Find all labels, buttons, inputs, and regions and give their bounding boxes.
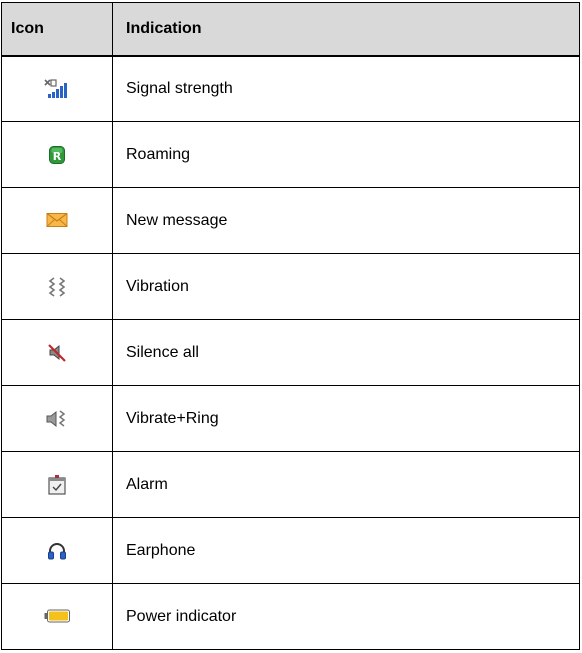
table-header: Icon Indication (1, 2, 580, 57)
indication-label: Earphone (112, 517, 580, 584)
indication-label: Alarm (112, 451, 580, 518)
header-icon: Icon (1, 2, 113, 57)
table-row: New message (1, 187, 580, 254)
indication-label: Vibrate+Ring (112, 385, 580, 452)
indication-label: Silence all (112, 319, 580, 386)
table-row: Alarm (1, 451, 580, 518)
header-indication: Indication (112, 2, 580, 57)
table-row: Vibrate+Ring (1, 385, 580, 452)
icon-cell (1, 517, 113, 584)
power-indicator-icon (44, 609, 70, 623)
svg-text:R: R (53, 150, 62, 163)
new-message-icon (46, 212, 68, 228)
vibration-icon (47, 276, 67, 297)
icon-indication-table: Icon Indication Signal strength R Roamin… (1, 2, 580, 650)
indication-label: Signal strength (112, 55, 580, 122)
table-row: Vibration (1, 253, 580, 320)
icon-cell (1, 319, 113, 386)
table-row: Earphone (1, 517, 580, 584)
earphone-icon (47, 541, 67, 561)
indication-label: Roaming (112, 121, 580, 188)
header-row: Icon Indication (1, 2, 580, 57)
icon-cell: R (1, 121, 113, 188)
icon-cell (1, 55, 113, 122)
indication-label: Power indicator (112, 583, 580, 650)
icon-cell (1, 451, 113, 518)
indication-label: New message (112, 187, 580, 254)
icon-cell (1, 187, 113, 254)
alarm-icon (47, 474, 67, 496)
table-row: Signal strength (1, 55, 580, 122)
icon-cell (1, 583, 113, 650)
table-row: Silence all (1, 319, 580, 386)
indication-label: Vibration (112, 253, 580, 320)
signal-strength-icon (44, 79, 70, 99)
table-row: R Roaming (1, 121, 580, 188)
table-row: Power indicator (1, 583, 580, 650)
roaming-icon: R (48, 145, 66, 165)
vibrate-ring-icon (46, 409, 68, 429)
icon-cell (1, 253, 113, 320)
silence-all-icon (47, 343, 67, 363)
icon-cell (1, 385, 113, 452)
